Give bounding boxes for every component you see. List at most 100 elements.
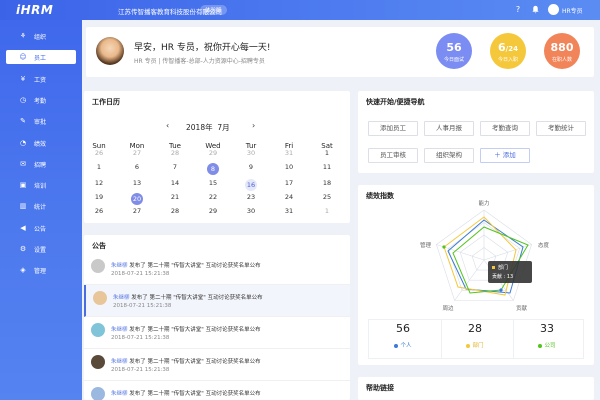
quick-employee-review-button[interactable]: 员工审核: [368, 148, 418, 163]
quick-monthly-report-button[interactable]: 人事月报: [424, 121, 474, 136]
calendar-day[interactable]: 29: [198, 207, 228, 215]
calendar-day[interactable]: 8: [198, 163, 228, 175]
stats-icon: ▥: [19, 202, 27, 211]
announcement-item[interactable]: 朱继柳 发布了 第二十期 "传智大讲堂" 互动讨论获奖名单公布 2018-07-2…: [84, 285, 350, 317]
sidebar-item-label: 公告: [34, 225, 47, 233]
calendar-day[interactable]: 19: [84, 193, 114, 201]
work-calendar-card: 工作日历 ‹ 2018年 7月 › Sun Mon Tue Wed Tur Fri Sat 2…: [84, 91, 350, 223]
calendar-day[interactable]: 14: [160, 179, 190, 187]
performance-icon: ◔: [19, 138, 27, 147]
attendance-icon: ◷: [19, 95, 27, 104]
calendar-day[interactable]: 9: [236, 163, 266, 171]
calendar-day[interactable]: 6: [122, 163, 152, 171]
announcement-avatar: [91, 323, 105, 337]
calendar-day[interactable]: 22: [198, 193, 228, 201]
calendar-day[interactable]: 31: [274, 149, 304, 157]
sidebar-item[interactable]: ☺ 员工: [6, 50, 76, 65]
calendar-day[interactable]: 1: [312, 149, 342, 157]
announcement-item[interactable]: 朱继柳 发布了 第二十期 "传智大讲堂" 互动讨论获奖名单公布 2018-07-2…: [84, 317, 350, 349]
calendar-day[interactable]: 24: [274, 193, 304, 201]
calendar-day[interactable]: 26: [84, 149, 114, 157]
sidebar-item-label: 工资: [34, 76, 47, 84]
announcement-time: 2018-07-21 15:21:38: [111, 335, 170, 341]
calendar-day[interactable]: 1: [312, 207, 342, 215]
perf-personal-value: 56: [396, 322, 410, 335]
sidebar-item[interactable]: ▣ 培训: [0, 178, 82, 192]
calendar-day[interactable]: 21: [160, 193, 190, 201]
calendar-day[interactable]: 7: [160, 163, 190, 171]
quick-attendance-stats-button[interactable]: 考勤统计: [536, 121, 586, 136]
calendar-day[interactable]: 15: [198, 179, 228, 187]
perf-department-value: 28: [468, 322, 482, 335]
quick-add-employee-button[interactable]: 添加员工: [368, 121, 418, 136]
calendar-day[interactable]: 28: [160, 207, 190, 215]
radar-axis-ability: 能力: [478, 199, 489, 207]
sidebar-item[interactable]: ◔ 绩效: [0, 136, 82, 150]
sidebar-item[interactable]: ⚘ 组织: [0, 29, 82, 43]
calendar-day[interactable]: 10: [274, 163, 304, 171]
calendar-day[interactable]: 16: [236, 179, 266, 191]
sidebar-item[interactable]: ¥ 工资: [0, 72, 82, 86]
calendar-day[interactable]: 18: [312, 179, 342, 187]
svg-text:部门: 部门: [498, 264, 508, 271]
calendar-day[interactable]: 23: [236, 193, 266, 201]
announcement-time: 2018-07-21 15:21:38: [111, 271, 170, 277]
calendar-day[interactable]: 26: [84, 207, 114, 215]
quick-attendance-query-button[interactable]: 考勤查询: [480, 121, 530, 136]
sidebar-item[interactable]: ⚙ 设置: [0, 242, 82, 256]
calendar-day[interactable]: 27: [122, 149, 152, 157]
performance-radar-chart[interactable]: 能力 态度 贡献 周边 管理 部门 贡献 : 13: [358, 195, 594, 325]
calendar-day[interactable]: 20: [122, 193, 152, 205]
sidebar-item-label: 统计: [34, 204, 47, 212]
settings-icon: ⚙: [19, 245, 27, 253]
profile-subline: HR 专员 | 传智播客-总部-人力资源中心-招聘专员: [134, 58, 265, 65]
app-logo[interactable]: iHRM: [16, 3, 53, 17]
sidebar-item[interactable]: ◀ 公告: [0, 221, 82, 235]
sidebar-item[interactable]: ▥ 统计: [0, 199, 82, 213]
announcement-avatar: [91, 355, 105, 369]
calendar-day[interactable]: 13: [122, 179, 152, 187]
prev-month-icon[interactable]: ‹: [166, 121, 169, 130]
sidebar-item[interactable]: ✉ 招聘: [0, 157, 82, 171]
calendar-day[interactable]: 30: [236, 149, 266, 157]
announcement-item[interactable]: 朱继柳 发布了 第二十期 "传智大讲堂" 互动讨论获奖名单公布: [84, 381, 350, 400]
calendar-day[interactable]: 11: [312, 163, 342, 171]
approval-icon: ✎: [20, 117, 26, 126]
announcement-text: 朱继柳 发布了 第二十期 "传智大讲堂" 互动讨论获奖名单公布: [111, 359, 261, 365]
quick-add-button[interactable]: ＋ 添加: [480, 148, 530, 163]
calendar-day[interactable]: 1: [84, 163, 114, 171]
user-menu[interactable]: HR专员: [562, 6, 583, 15]
calendar-day[interactable]: 28: [160, 149, 190, 157]
sidebar-item-label: 绩效: [34, 140, 47, 148]
calendar-day[interactable]: 27: [122, 207, 152, 215]
calendar-month-label: 2018年 7月: [186, 123, 230, 132]
calendar-day[interactable]: 30: [236, 207, 266, 215]
user-avatar[interactable]: [548, 4, 559, 15]
calendar-day[interactable]: 17: [274, 179, 304, 187]
quick-nav-title: 快速开始/便捷导航: [366, 98, 425, 106]
announcements-title: 公告: [92, 242, 106, 250]
stat-onboard-today[interactable]: 6/24 今日入职: [490, 33, 526, 69]
help-icon[interactable]: ?: [513, 5, 523, 15]
announcement-item[interactable]: 朱继柳 发布了 第二十期 "传智大讲堂" 互动讨论获奖名单公布 2018-07-2…: [84, 349, 350, 381]
announcement-author: 朱继柳: [111, 263, 128, 269]
announcement-item[interactable]: 朱继柳 发布了 第二十期 "传智大讲堂" 互动讨论获奖名单公布 2018-07-2…: [84, 253, 350, 285]
sidebar-item[interactable]: ◈ 管理: [0, 263, 82, 277]
quick-org-chart-button[interactable]: 组织架构: [424, 148, 474, 163]
stat-employees[interactable]: 880 在职人数: [544, 33, 580, 69]
manage-icon: ◈: [20, 266, 26, 275]
sidebar-item[interactable]: ✎ 审批: [0, 114, 82, 128]
notification-bell-icon[interactable]: [530, 5, 540, 15]
sidebar: ⚘ 组织 ☺ 员工 ¥ 工资 ◷ 考勤 ✎ 审批 ◔ 绩效 ✉ 招聘 ▣ 培训 ▥ 统计 ◀ 公告 ⚙ 设置 ◈ 管理: [0, 20, 82, 400]
stat-interviews-today[interactable]: 56 今日面试: [436, 33, 472, 69]
next-month-icon[interactable]: ›: [252, 121, 255, 130]
calendar-day[interactable]: 31: [274, 207, 304, 215]
sidebar-item[interactable]: ◷ 考勤: [0, 93, 82, 107]
perf-company-value: 33: [540, 322, 554, 335]
calendar-day[interactable]: 29: [198, 149, 228, 157]
radar-axis-surroundings: 周边: [442, 304, 454, 312]
greeting-text: 早安，HR 专员，祝你开心每一天!: [134, 43, 271, 53]
announcement-avatar: [91, 259, 105, 273]
calendar-day[interactable]: 25: [312, 193, 342, 201]
calendar-day[interactable]: 12: [84, 179, 114, 187]
